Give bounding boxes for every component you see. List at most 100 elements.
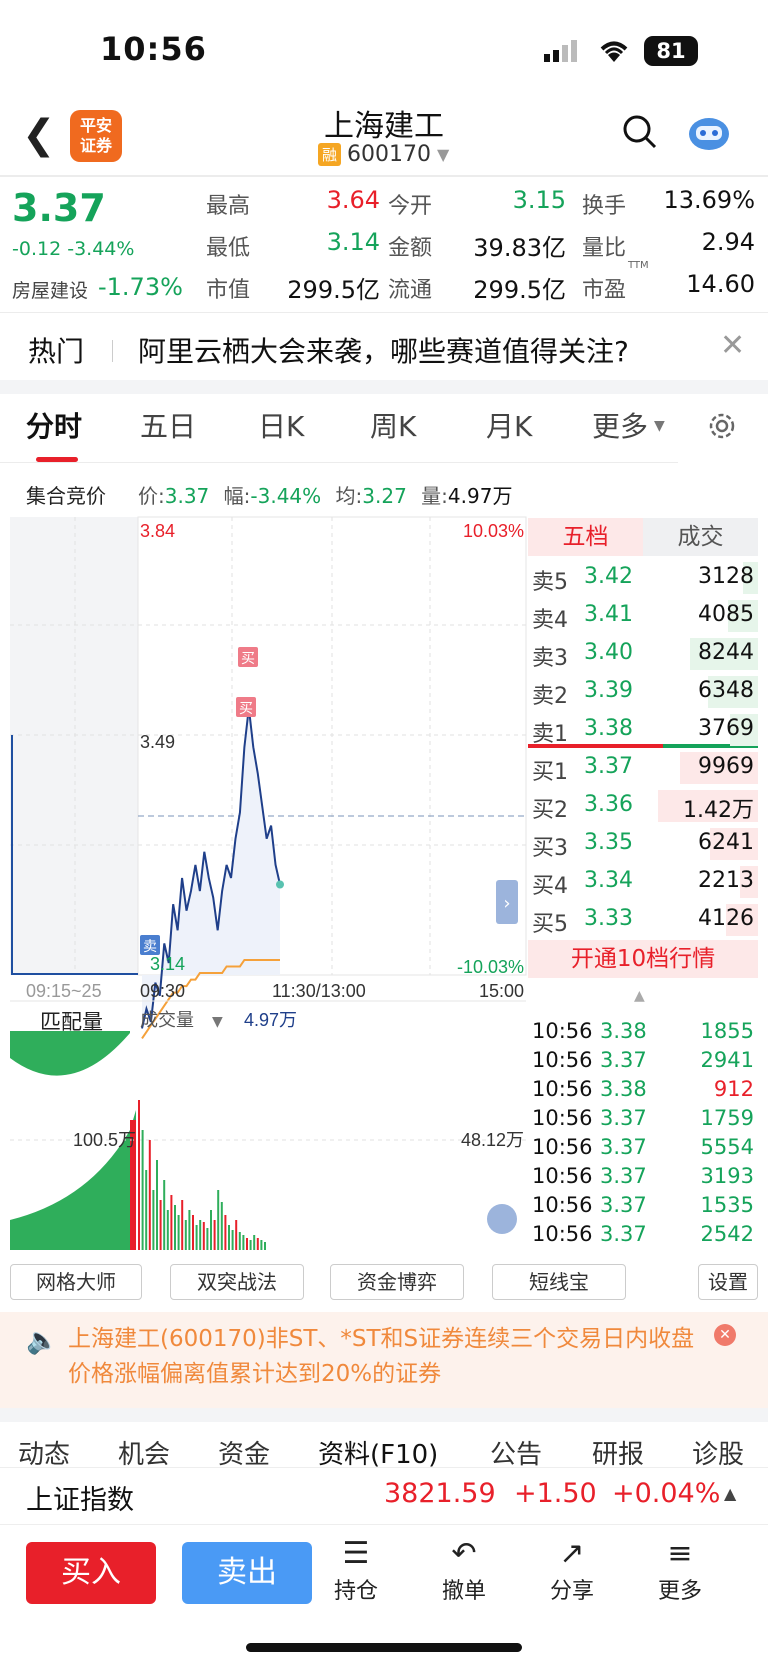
info-tab-0[interactable]: 动态: [18, 1434, 70, 1467]
info-tab-1[interactable]: 机会: [118, 1434, 170, 1467]
nav-undo-button[interactable]: ↶ 撤单: [429, 1535, 499, 1605]
bid-row[interactable]: 买4 3.34 2213: [528, 864, 758, 900]
bid-row[interactable]: 买3 3.35 6241: [528, 826, 758, 862]
stat-label: 市盈: [582, 278, 627, 303]
level-price: 3.41: [584, 602, 633, 627]
index-name: 上证指数: [26, 1485, 134, 1516]
tick-price: 3.37: [600, 1106, 647, 1130]
stat-value: 299.5亿: [287, 276, 380, 304]
bid-row[interactable]: 买1 3.37 9969: [528, 750, 758, 786]
ask-row[interactable]: 卖4 3.41 4085: [528, 598, 758, 634]
level-volume: 4126: [698, 906, 754, 931]
level-price: 3.37: [584, 754, 633, 779]
tick-row: 10:56 3.37 5554: [530, 1135, 756, 1164]
info-tab-2[interactable]: 资金: [218, 1434, 270, 1467]
tick-time: 10:56: [532, 1077, 593, 1101]
tool-button-0[interactable]: 网格大师: [10, 1264, 142, 1300]
tool-button-3[interactable]: 短线宝: [492, 1264, 626, 1300]
tab-5[interactable]: 更多: [592, 405, 648, 445]
tick-time: 10:56: [532, 1135, 593, 1159]
stat-value: 39.83亿: [473, 234, 566, 262]
tab-1[interactable]: 五日: [140, 405, 196, 445]
stat-value: 3.64: [326, 186, 380, 214]
index-bar[interactable]: 上证指数 3821.59 +1.50 +0.04% ▲: [0, 1467, 768, 1525]
level-label: 卖4: [532, 608, 568, 633]
tick-volume: 2542: [700, 1222, 754, 1246]
sell-button[interactable]: 卖出: [182, 1542, 312, 1604]
bid-row[interactable]: 买5 3.33 4126: [528, 902, 758, 938]
nav-label: 更多: [657, 1579, 702, 1604]
level-label: 卖5: [532, 570, 568, 595]
index-value: 3821.59: [384, 1478, 496, 1509]
ask-row[interactable]: 卖2 3.39 6348: [528, 674, 758, 710]
info-tab-4[interactable]: 公告: [490, 1434, 542, 1467]
tick-volume: 5554: [700, 1135, 754, 1159]
stat-value: 299.5亿: [473, 276, 566, 304]
undo-icon: ↶: [451, 1536, 477, 1571]
tick-row: 10:56 3.38 1855: [530, 1019, 756, 1048]
level-price: 3.40: [584, 640, 633, 665]
tool-button-2[interactable]: 资金博弈: [330, 1264, 464, 1300]
level-label: 卖1: [532, 722, 568, 747]
stat-label: 换手: [582, 194, 627, 219]
stat-label: 量比: [582, 236, 627, 261]
tick-row: 10:56 3.37 1759: [530, 1106, 756, 1135]
tick-time: 10:56: [532, 1193, 593, 1217]
bid-row[interactable]: 买2 3.36 1.42万: [528, 788, 758, 824]
tool-button-4[interactable]: 设置: [698, 1264, 758, 1300]
level-volume: 3769: [698, 716, 754, 741]
tick-time: 10:56: [532, 1106, 593, 1130]
level-price: 3.34: [584, 868, 633, 893]
ask-row[interactable]: 卖1 3.38 3769: [528, 712, 758, 748]
tick-row: 10:56 3.38 912: [530, 1077, 756, 1106]
stat-value: 13.69%: [663, 186, 755, 214]
tab-4[interactable]: 月K: [486, 405, 532, 445]
level-volume: 1.42万: [683, 798, 754, 823]
stat-value: 14.60: [686, 270, 755, 298]
info-tab-3[interactable]: 资料(F10): [318, 1434, 438, 1467]
tick-row: 10:56 3.37 3193: [530, 1164, 756, 1193]
caret-down-icon: ▼: [654, 418, 665, 434]
level-price: 3.36: [584, 792, 633, 817]
stat-value: 3.14: [326, 228, 380, 256]
ask-row[interactable]: 卖3 3.40 8244: [528, 636, 758, 672]
tick-volume: 912: [713, 1077, 754, 1101]
menu-icon: ≡: [667, 1536, 693, 1571]
nav-share-button[interactable]: ↗ 分享: [537, 1535, 607, 1605]
nav-menu-button[interactable]: ≡ 更多: [645, 1535, 715, 1605]
ask-row[interactable]: 卖5 3.42 3128: [528, 560, 758, 596]
tick-price: 3.38: [600, 1019, 647, 1043]
buy-button[interactable]: 买入: [26, 1542, 156, 1604]
stat-label: 最低: [206, 236, 251, 261]
tick-price: 3.37: [600, 1135, 647, 1159]
tick-time: 10:56: [532, 1222, 593, 1246]
info-tab-6[interactable]: 诊股: [692, 1434, 744, 1467]
tick-price: 3.37: [600, 1222, 647, 1246]
tool-button-1[interactable]: 双突战法: [170, 1264, 304, 1300]
level-label: 买2: [532, 798, 568, 823]
level-price: 3.33: [584, 906, 633, 931]
info-tab-5[interactable]: 研报: [592, 1434, 644, 1467]
nav-label: 持仓: [333, 1579, 378, 1604]
tick-row: 10:56 3.37 2542: [530, 1222, 756, 1251]
tab-3[interactable]: 周K: [370, 405, 416, 445]
level-label: 买1: [532, 760, 568, 785]
tick-volume: 2941: [700, 1048, 754, 1072]
expand-up-icon[interactable]: ▲: [724, 1484, 736, 1503]
level-price: 3.39: [584, 678, 633, 703]
tab-0[interactable]: 分时: [26, 405, 82, 445]
tick-price: 3.37: [600, 1048, 647, 1072]
tab-2[interactable]: 日K: [258, 405, 304, 445]
stat-label: 市值: [206, 278, 251, 303]
nav-label: 撤单: [441, 1579, 486, 1604]
share-icon: ↗: [559, 1536, 585, 1571]
level-price: 3.42: [584, 564, 633, 589]
level-volume: 6348: [698, 678, 754, 703]
tick-volume: 1759: [700, 1106, 754, 1130]
level-price: 3.35: [584, 830, 633, 855]
tick-volume: 1535: [700, 1193, 754, 1217]
nav-label: 分享: [549, 1579, 594, 1604]
tick-row: 10:56 3.37 2941: [530, 1048, 756, 1077]
level-volume: 9969: [698, 754, 754, 779]
nav-list-button[interactable]: ☰ 持仓: [321, 1535, 391, 1605]
